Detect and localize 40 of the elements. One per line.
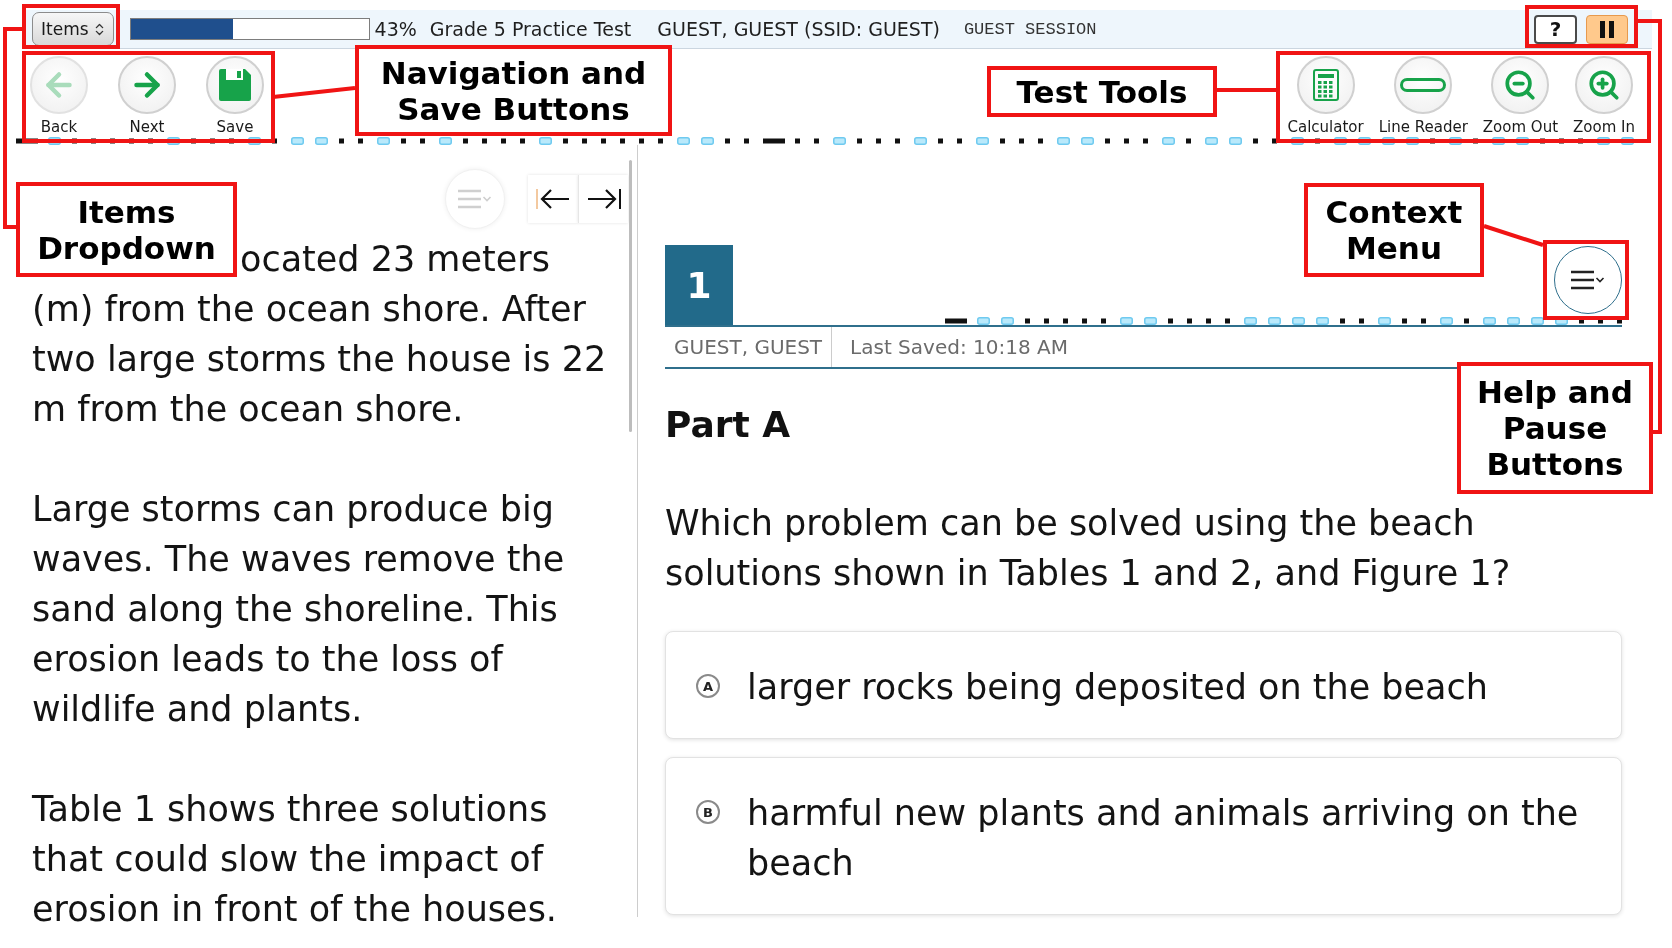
zoom-out-icon bbox=[1503, 68, 1538, 102]
collapse-left-button[interactable] bbox=[528, 175, 578, 223]
callout-line bbox=[1483, 224, 1544, 247]
session-name: GUEST SESSION bbox=[963, 19, 1097, 39]
callout-label: Items Dropdown bbox=[16, 182, 237, 277]
zoom-in-icon bbox=[1587, 68, 1621, 102]
part-title: Part A bbox=[665, 405, 791, 445]
option-letter-icon: A bbox=[696, 674, 720, 698]
student-name: GUEST, GUEST (SSID: GUEST) bbox=[657, 18, 940, 40]
student-name: GUEST, GUEST bbox=[665, 327, 833, 367]
progress-percent: 43% bbox=[374, 18, 417, 40]
menu-icon bbox=[458, 189, 492, 209]
callout-line bbox=[1217, 88, 1276, 92]
context-menu-button[interactable] bbox=[1554, 246, 1622, 314]
expand-right-button[interactable] bbox=[578, 175, 628, 223]
rounded-bar-icon bbox=[1400, 78, 1447, 92]
passage-paragraph: Table 1 shows three solutions that could slow the impact of erosion in front of the houses. bbox=[32, 788, 558, 931]
question-text: Which problem can be solved using the beach solutions shown in Tables 1 and 2, and Figure 1? bbox=[665, 502, 1512, 595]
answer-option[interactable]: A larger rocks being deposited on the beach bbox=[665, 631, 1622, 739]
option-letter-icon: B bbox=[696, 800, 720, 824]
passage-text: ocated 23 meters bbox=[240, 238, 550, 281]
last-saved-time: Last Saved: 10:18 AM bbox=[849, 334, 1069, 361]
arrow-left-to-line-icon bbox=[536, 187, 570, 211]
test-name: Grade 5 Practice Test bbox=[429, 18, 632, 40]
callout-label: Navigation and Save Buttons bbox=[355, 45, 672, 136]
calculator-icon bbox=[1312, 69, 1339, 101]
passage-paragraph: Large storms can produce big waves. The waves remove the sand along the shoreline. This erosion leads to the loss of wildlife and plants. bbox=[32, 488, 566, 731]
passage-paragraph: (m) from the ocean shore. After two large storms the house is 22 m from the ocean shore. bbox=[32, 288, 608, 431]
item-number: 1 bbox=[665, 245, 733, 325]
arrow-right-to-line-icon bbox=[586, 187, 621, 211]
pause-icon bbox=[1600, 20, 1614, 38]
menu-icon bbox=[1571, 270, 1605, 290]
line-reader-button[interactable]: Line Reader bbox=[1378, 56, 1468, 135]
callout-label: Test Tools bbox=[987, 66, 1217, 117]
callout-label: Help and Pause Buttons bbox=[1457, 362, 1653, 494]
answer-option[interactable]: B harmful new plants and animals arriving on the beach bbox=[665, 757, 1622, 915]
items-dropdown[interactable]: Items bbox=[32, 12, 114, 46]
callout-label: Context Menu bbox=[1304, 183, 1484, 277]
pause-button[interactable] bbox=[1586, 14, 1628, 44]
help-button[interactable]: ? bbox=[1534, 14, 1577, 44]
